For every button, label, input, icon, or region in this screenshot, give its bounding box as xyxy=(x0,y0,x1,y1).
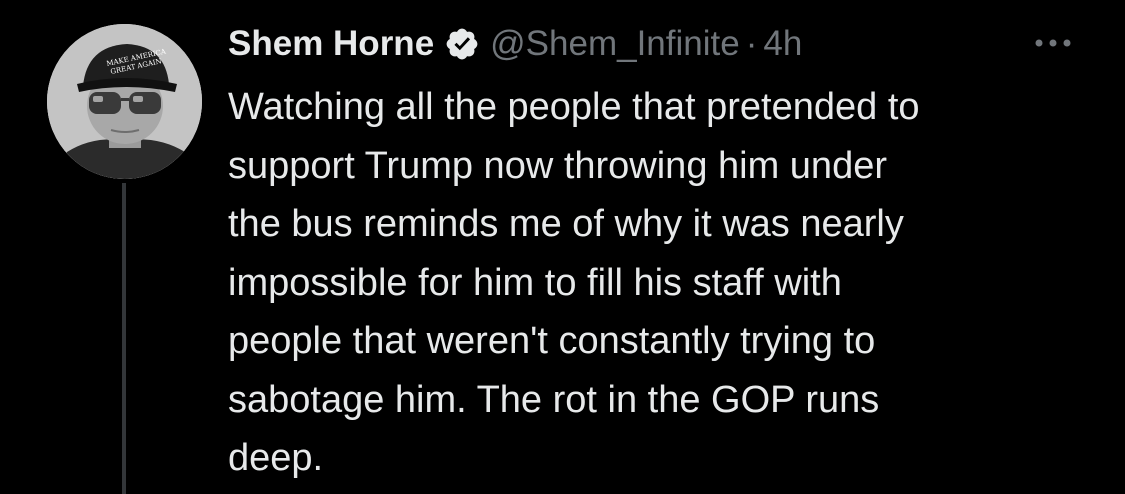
thread-line xyxy=(122,183,126,494)
user-handle[interactable]: @Shem_Infinite xyxy=(490,24,740,64)
avatar[interactable]: MAKE AMERICA GREAT AGAIN xyxy=(47,24,202,179)
more-options-icon[interactable] xyxy=(1030,26,1076,60)
tweet-timestamp[interactable]: 4h xyxy=(763,24,802,64)
display-name[interactable]: Shem Horne xyxy=(228,24,434,64)
separator-dot: · xyxy=(745,24,758,63)
tweet-header: Shem Horne @Shem_Infinite · 4h xyxy=(228,18,1088,70)
verified-badge-icon xyxy=(444,26,480,62)
tweet-text: Watching all the people that pretended t… xyxy=(228,86,920,479)
avatar-photo-icon: MAKE AMERICA GREAT AGAIN xyxy=(47,24,202,179)
tweet-card[interactable]: MAKE AMERICA GREAT AGAIN Shem Horne @She… xyxy=(0,0,1125,494)
